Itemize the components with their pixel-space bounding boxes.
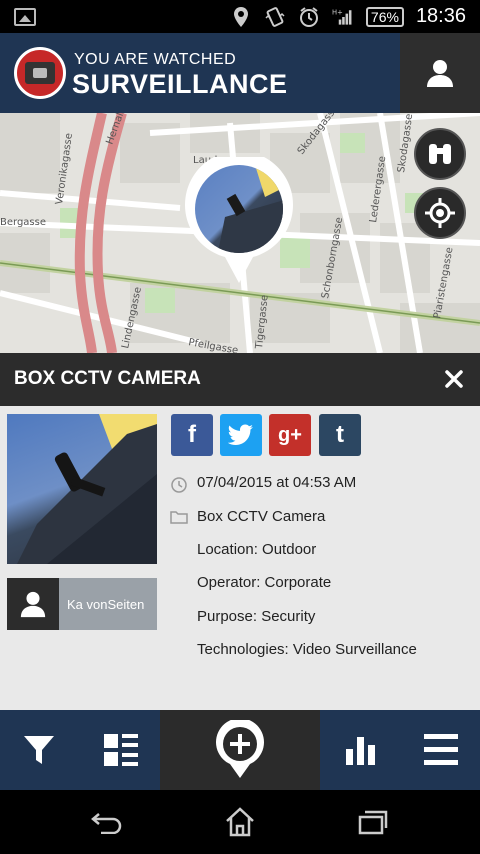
twitter-icon — [228, 424, 253, 445]
locate-icon — [425, 198, 455, 228]
googleplus-icon: g+ — [278, 423, 302, 446]
battery-icon: 76% — [365, 6, 404, 27]
clock-icon — [171, 477, 187, 493]
camera-category[interactable]: Box CCTV Camera — [197, 508, 325, 525]
camera-logo-icon — [25, 62, 55, 84]
menu-button[interactable] — [420, 710, 462, 790]
svg-text:H+: H+ — [332, 8, 343, 16]
status-bar: H+ 76% 18:36 — [0, 0, 480, 33]
profile-button[interactable] — [400, 33, 480, 113]
add-camera-button[interactable] — [160, 710, 320, 790]
camera-purpose: Purpose: Security — [197, 608, 316, 625]
brand-tagline: YOU ARE WATCHED — [74, 51, 237, 68]
recents-icon — [358, 810, 388, 835]
back-icon — [91, 813, 122, 834]
street-label-bergasse: Bergasse — [0, 217, 46, 228]
status-icons: H+ 76% 18:36 — [230, 0, 466, 33]
close-icon — [445, 370, 463, 388]
system-nav-bar — [0, 790, 480, 854]
camera-details-panel: Ka vonSeiten f g+ t 07/04/2015 at 04:53 … — [0, 406, 480, 710]
menu-icon — [424, 734, 458, 765]
alarm-icon — [298, 6, 320, 28]
back-button[interactable] — [87, 806, 127, 838]
vibrate-icon — [264, 6, 286, 28]
camera-photo[interactable] — [7, 414, 157, 564]
signal-hplus-icon: H+ — [332, 6, 354, 28]
tumblr-icon: t — [336, 421, 344, 448]
camera-technologies: Technologies: Video Surveillance — [197, 641, 417, 658]
image-icon — [14, 8, 36, 26]
bar-chart-icon — [346, 737, 375, 765]
list-icon — [104, 734, 138, 766]
camera-map-pin[interactable] — [185, 150, 293, 283]
list-view-button[interactable] — [96, 710, 146, 790]
detail-title: BOX CCTV CAMERA — [14, 368, 201, 389]
user-icon — [427, 60, 453, 87]
binoculars-button[interactable] — [414, 128, 466, 180]
add-pin-icon — [216, 720, 264, 778]
detail-header: BOX CCTV CAMERA — [0, 353, 480, 406]
locate-button[interactable] — [414, 187, 466, 239]
app-logo — [14, 47, 66, 99]
folder-icon — [170, 511, 188, 524]
statistics-button[interactable] — [340, 710, 382, 790]
location-pin-icon — [230, 6, 252, 28]
share-tumblr-button[interactable]: t — [319, 414, 361, 456]
home-button[interactable] — [220, 806, 260, 838]
operator-avatar — [7, 578, 59, 630]
filter-icon — [24, 736, 54, 764]
binoculars-icon — [429, 144, 451, 164]
user-icon — [20, 591, 46, 618]
camera-date: 07/04/2015 at 04:53 AM — [197, 474, 357, 491]
clock-time: 18:36 — [415, 5, 466, 27]
recents-button[interactable] — [353, 806, 393, 838]
operator-name: Ka vonSeiten — [67, 596, 145, 612]
share-twitter-button[interactable] — [220, 414, 262, 456]
share-facebook-button[interactable]: f — [171, 414, 213, 456]
home-icon — [226, 807, 254, 837]
share-googleplus-button[interactable]: g+ — [269, 414, 311, 456]
camera-operator: Operator: Corporate — [197, 574, 332, 591]
brand-title: SURVEILLANCE — [72, 69, 288, 99]
camera-location: Location: Outdoor — [197, 541, 317, 558]
facebook-icon: f — [188, 421, 196, 448]
close-button[interactable] — [442, 367, 466, 391]
app-header: YOU ARE WATCHED SURVEILLANCE — [0, 33, 480, 113]
filter-button[interactable] — [14, 710, 64, 790]
bottom-toolbar — [0, 710, 480, 790]
operator-card[interactable]: Ka vonSeiten — [7, 578, 157, 630]
